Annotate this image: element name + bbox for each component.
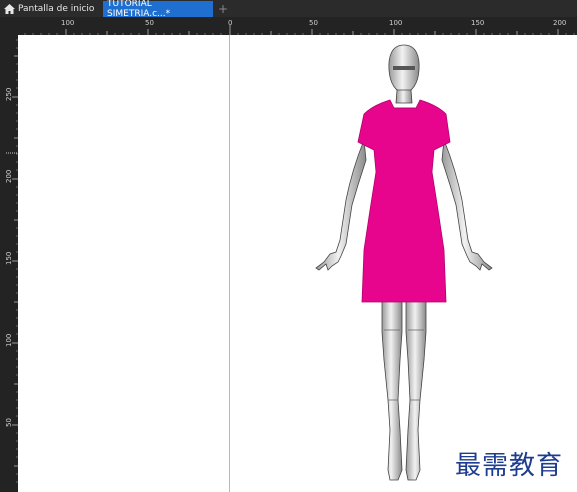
dress-shape[interactable] — [357, 99, 451, 303]
watermark-text: 最需教育 — [455, 451, 564, 481]
fashion-figure[interactable] — [0, 0, 577, 492]
